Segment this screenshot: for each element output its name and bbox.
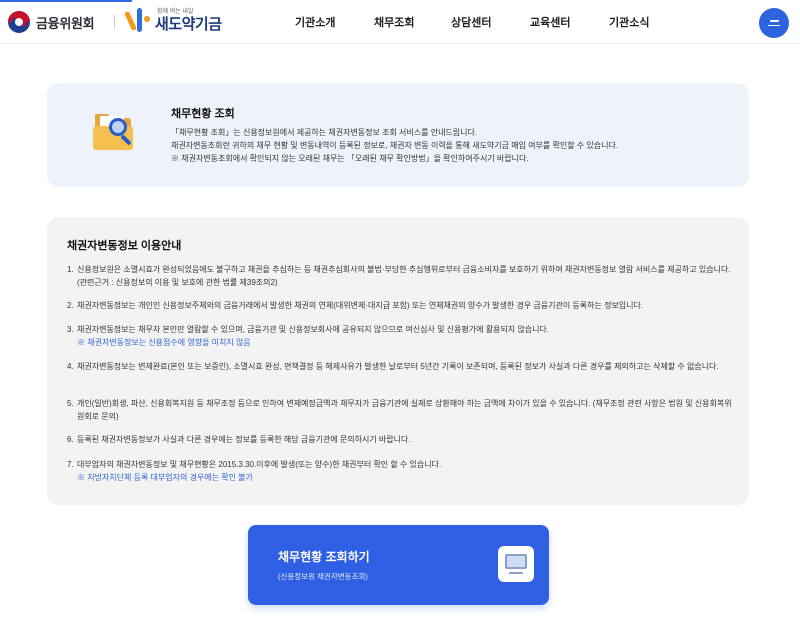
info-item-number: 4. (67, 362, 74, 371)
info-item-number: 6. (67, 435, 74, 444)
info-item-note: ※ 채권자변동정보는 신용점수에 영향을 미치지 않음 (77, 338, 251, 347)
intro-line: ※ 채권자변동조회에서 확인되지 않는 오래된 채무는 「오래된 채무 확인방법… (171, 154, 529, 163)
monitor-icon (498, 546, 534, 582)
header-accent-bar (0, 0, 132, 2)
info-item-text: 등록된 채권자변동정보가 사실과 다른 경우에는 정보를 등록한 해당 금융기관… (77, 435, 411, 444)
info-item-note: ※ 지방자치단체 등록 대부업자의 경우에는 확인 불가 (77, 473, 253, 482)
intro-card: 채무현황 조회 「채무현황 조회」는 신용정보원에서 제공하는 채권자변동정보 … (47, 83, 749, 187)
info-item-text: 대부업자의 채권자변동정보 및 채무현황은 2015.3.30.이후에 발생(또… (77, 460, 442, 469)
intro-line: 「채무현황 조회」는 신용정보원에서 제공하는 채권자변동정보 조회 서비스를 … (171, 128, 478, 137)
info-item-number: 3. (67, 325, 74, 334)
info-card: 채권자변동정보 이용안내 1. 신용정보원은 소멸시효가 완성되었음에도 불구하… (47, 217, 749, 505)
site-header: 금융위원회 함께 여는 내일 새도약기금 기관소개 채무조회 상담센터 교육센터… (0, 0, 800, 44)
nav-item-debt-inquiry[interactable]: 채무조회 (374, 14, 414, 30)
folder-search-icon (93, 112, 137, 152)
info-item-text: 신용정보원은 소멸시효가 완성되었음에도 불구하고 채권을 추심하는 등 채권추… (77, 265, 731, 287)
info-item-number: 1. (67, 265, 74, 274)
info-item-number: 7. (67, 460, 74, 469)
nav-item-education[interactable]: 교육센터 (530, 14, 570, 30)
cta-subtitle: (신용정보원 채권자변동조회) (278, 572, 368, 581)
hamburger-icon[interactable] (759, 8, 789, 38)
nav-item-counseling[interactable]: 상담센터 (451, 14, 491, 30)
nav-item-news[interactable]: 기관소식 (609, 14, 649, 30)
nav-item-about[interactable]: 기관소개 (295, 14, 335, 30)
info-item-text: 채권자변동정보는 변제완료(본인 또는 보증인), 소멸시효 완성, 면책결정 … (77, 362, 719, 371)
info-item-number: 2. (67, 301, 74, 310)
main-nav: 기관소개 채무조회 상담센터 교육센터 기관소식 (0, 14, 800, 32)
debt-inquiry-button[interactable]: 채무현황 조회하기 (신용정보원 채권자변동조회) (248, 525, 549, 605)
intro-line: 채권자변동조회란 귀하의 채무 현황 및 변동내역이 등록된 정보로, 채권자 … (171, 141, 619, 150)
info-item-number: 5. (67, 399, 74, 408)
info-item-text: 개인(일반)회생, 파산, 신용회복지원 등 채무조정 등으로 인하여 변제예정… (77, 399, 732, 421)
info-item-text: 채권자변동정보는 채무자 본인만 열람할 수 있으며, 금융기관 및 신용정보회… (77, 325, 550, 334)
info-title: 채권자변동정보 이용안내 (67, 240, 182, 252)
cta-title: 채무현황 조회하기 (278, 550, 370, 564)
info-item-text: 채권자변동정보는 개인인 신용정보주체와의 금융거래에서 발생한 채권의 연체(… (77, 301, 644, 310)
intro-title: 채무현황 조회 (171, 108, 235, 120)
